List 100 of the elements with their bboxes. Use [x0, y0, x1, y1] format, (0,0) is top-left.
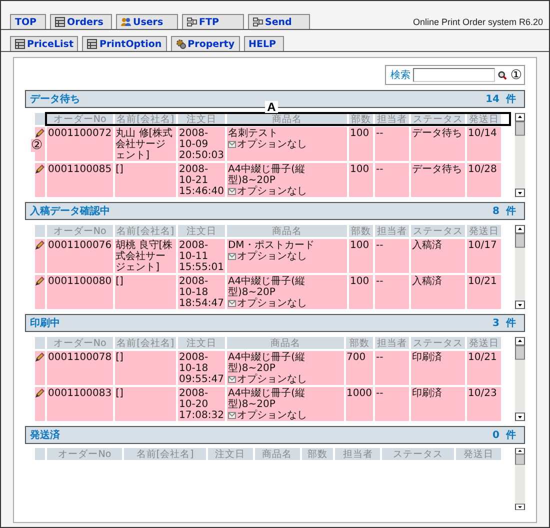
table-cell: 2008-10-20 17:08:32: [178, 387, 225, 421]
table-cell: 入稿済: [411, 239, 465, 273]
column-header: 部数: [349, 225, 373, 237]
column-header: 名前[会社名]: [114, 225, 176, 237]
table-cell: データ待ち: [411, 163, 465, 197]
section-title: データ待ち: [30, 92, 80, 106]
column-header: 商品名: [254, 448, 300, 460]
order-count: 14 件: [486, 92, 516, 106]
option-icon: [228, 376, 236, 383]
table-icon: [55, 17, 65, 27]
product-name: DM・ポストカード: [228, 240, 316, 251]
pencil-icon[interactable]: [35, 352, 45, 362]
column-header: 商品名: [226, 337, 344, 349]
nav-tab[interactable]: PriceList: [10, 36, 78, 51]
column-header: オーダーNo: [47, 337, 113, 349]
table-cell: 2008-10-18 09:55:47: [178, 351, 225, 385]
option-icon: [228, 253, 236, 260]
option-text: オプションなし: [236, 186, 307, 197]
nav-tab[interactable]: Send: [248, 14, 310, 29]
users-icon: [121, 17, 131, 27]
network-icon: [253, 17, 263, 27]
column-header: オーダーNo: [47, 225, 113, 237]
table-cell: --: [375, 387, 409, 421]
table-cell: 2008-10-09 20:50:03: [178, 127, 225, 161]
product-name: 名刺テスト: [228, 128, 279, 139]
option-icon: [228, 300, 236, 307]
nav-tab[interactable]: FTP: [182, 14, 244, 29]
table-cell: データ待ち: [411, 127, 465, 161]
table-cell: --: [375, 127, 409, 161]
scrollbar[interactable]: [515, 113, 525, 197]
table-cell: []: [114, 163, 176, 197]
option-icon: [228, 412, 236, 419]
table-cell: 2008-10-18 18:54:47: [178, 275, 225, 309]
scrollbar[interactable]: [515, 225, 525, 309]
table-cell: 10/28: [467, 163, 501, 197]
search-field[interactable]: [413, 68, 496, 82]
nav-tab[interactable]: PrintOption: [82, 36, 167, 51]
search-icon[interactable]: [498, 70, 508, 80]
callout-letter: A: [265, 101, 278, 113]
table-cell: 100: [349, 239, 373, 273]
order-count: 8 件: [492, 204, 516, 218]
column-header: ステータス: [382, 448, 454, 460]
table-cell: []: [114, 387, 176, 421]
table-cell: 印刷済: [411, 351, 465, 385]
callout-number: ①: [510, 68, 522, 82]
table-cell: 0001100076: [47, 239, 113, 273]
table-cell: 2008-10-11 15:55:01: [178, 239, 225, 273]
table-icon: [87, 39, 98, 49]
column-header: 発送日: [456, 448, 501, 460]
nav-tab[interactable]: Orders: [50, 14, 112, 29]
column-header: 担当者: [335, 448, 380, 460]
option-text: オプションなし: [236, 139, 307, 150]
table-cell: --: [375, 239, 409, 273]
scrollbar[interactable]: [515, 337, 525, 421]
table-cell: 10/23: [467, 387, 501, 421]
section-title: 発送済: [30, 428, 60, 442]
table-cell: 10/14: [467, 127, 501, 161]
column-header: 商品名: [226, 225, 347, 237]
option-icon: [228, 188, 236, 195]
table-cell: 0001100083: [47, 387, 113, 421]
table-icon: [15, 39, 25, 49]
nav-tab[interactable]: TOP: [10, 14, 46, 29]
column-header: オーダーNo: [47, 448, 122, 460]
table-cell: 0001100080: [47, 275, 113, 309]
scrollbar[interactable]: [515, 448, 525, 510]
option-icon: [228, 141, 236, 148]
option-text: オプションなし: [236, 298, 307, 309]
table-cell: 10/17: [467, 239, 501, 273]
product-name: A4中綴じ冊子(縦型)8~20P: [228, 388, 306, 410]
system-version: Online Print Order system R6.20: [412, 17, 543, 29]
table-cell: 100: [349, 127, 373, 161]
column-header: 発送日: [467, 225, 501, 237]
table-cell: 1000: [346, 387, 373, 421]
table-cell: []: [114, 275, 176, 309]
column-header: ステータス: [411, 225, 465, 237]
table-cell: 0001100078: [47, 351, 113, 385]
pencil-icon[interactable]: [35, 388, 45, 398]
column-header: 発送日: [467, 337, 501, 349]
nav-tab[interactable]: Property: [170, 36, 240, 51]
section-title: 入稿データ確認中: [30, 204, 110, 218]
search-label: 検索: [390, 68, 410, 82]
column-header: 担当者: [375, 225, 409, 237]
table-cell: 100: [349, 163, 373, 197]
order-count: 0 件: [492, 428, 516, 442]
pencil-icon[interactable]: [35, 128, 45, 138]
table-cell: 100: [349, 275, 373, 309]
table-cell: 0001100072: [47, 127, 113, 161]
table-cell: 700: [346, 351, 373, 385]
column-header: 注文日: [178, 225, 225, 237]
nav-tab[interactable]: Users: [116, 14, 178, 29]
pencil-icon[interactable]: [35, 164, 45, 174]
table-cell: 10/21: [467, 351, 501, 385]
product-name: A4中綴じ冊子(縦型)8~20P: [228, 164, 306, 186]
order-count: 3 件: [492, 316, 516, 330]
table-cell: 2008-10-21 15:46:40: [178, 163, 225, 197]
pencil-icon[interactable]: [35, 276, 45, 286]
table-cell: --: [375, 275, 409, 309]
nav-tab[interactable]: HELP: [244, 36, 284, 51]
pencil-icon[interactable]: [35, 240, 45, 250]
product-name: A4中綴じ冊子(縦型)8~20P: [228, 276, 306, 298]
